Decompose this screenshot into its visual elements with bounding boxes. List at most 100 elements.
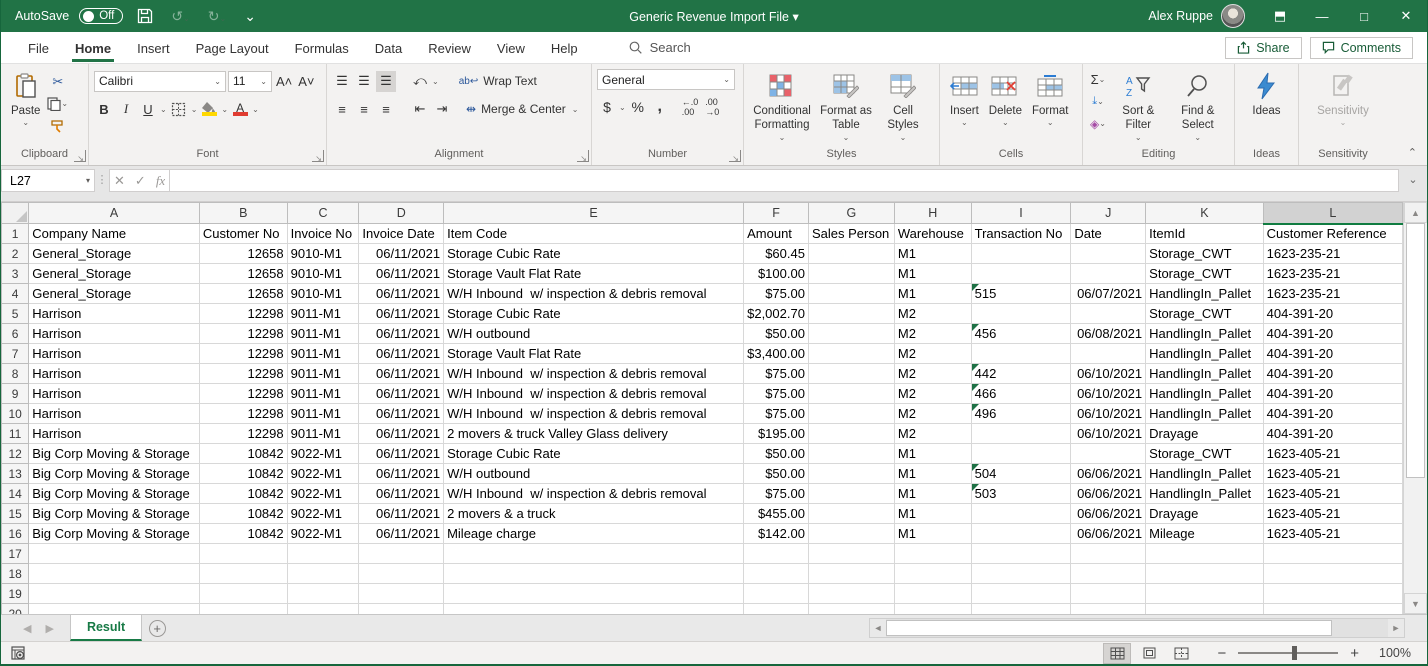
vertical-scrollbar[interactable]: ▲ ▼ bbox=[1403, 202, 1427, 614]
cell-C1[interactable]: Invoice No bbox=[287, 224, 359, 244]
insert-cells-button[interactable]: Insert⌄ bbox=[945, 67, 984, 130]
cell-K9[interactable]: HandlingIn_Pallet bbox=[1146, 384, 1263, 404]
cell-F11[interactable]: $195.00 bbox=[744, 424, 809, 444]
cell-K12[interactable]: Storage_CWT bbox=[1146, 444, 1263, 464]
tab-view[interactable]: View bbox=[484, 34, 538, 62]
cell-B8[interactable]: 12298 bbox=[199, 364, 287, 384]
row-header-4[interactable]: 4 bbox=[2, 284, 29, 304]
cell-A9[interactable]: Harrison bbox=[29, 384, 200, 404]
cell-E20[interactable] bbox=[444, 604, 744, 615]
cell-B5[interactable]: 12298 bbox=[199, 304, 287, 324]
scroll-down-icon[interactable]: ▼ bbox=[1404, 593, 1427, 614]
cell-C8[interactable]: 9011-M1 bbox=[287, 364, 359, 384]
cell-K3[interactable]: Storage_CWT bbox=[1146, 264, 1263, 284]
cell-E12[interactable]: Storage Cubic Rate bbox=[444, 444, 744, 464]
cell-D5[interactable]: 06/11/2021 bbox=[359, 304, 444, 324]
row-header-12[interactable]: 12 bbox=[2, 444, 29, 464]
cell-L3[interactable]: 1623-235-21 bbox=[1263, 264, 1402, 284]
customize-qat-icon[interactable]: ⌄ bbox=[240, 8, 260, 25]
cell-K16[interactable]: Mileage bbox=[1146, 524, 1263, 544]
cell-H3[interactable]: M1 bbox=[894, 264, 971, 284]
cell-B7[interactable]: 12298 bbox=[199, 344, 287, 364]
cell-K13[interactable]: HandlingIn_Pallet bbox=[1146, 464, 1263, 484]
cell-E3[interactable]: Storage Vault Flat Rate bbox=[444, 264, 744, 284]
cell-H14[interactable]: M1 bbox=[894, 484, 971, 504]
cell-I8[interactable]: 442 bbox=[971, 364, 1071, 384]
autosave-toggle[interactable]: Off bbox=[79, 8, 123, 24]
cell-F15[interactable]: $455.00 bbox=[744, 504, 809, 524]
cell-I1[interactable]: Transaction No bbox=[971, 224, 1071, 244]
cell-H6[interactable]: M2 bbox=[894, 324, 971, 344]
cell-B9[interactable]: 12298 bbox=[199, 384, 287, 404]
cell-E9[interactable]: W/H Inbound w/ inspection & debris remov… bbox=[444, 384, 744, 404]
font-dialog-launcher[interactable] bbox=[312, 150, 324, 162]
cell-I10[interactable]: 496 bbox=[971, 404, 1071, 424]
cell-D1[interactable]: Invoice Date bbox=[359, 224, 444, 244]
cell-C9[interactable]: 9011-M1 bbox=[287, 384, 359, 404]
cell-G16[interactable] bbox=[808, 524, 894, 544]
col-header-K[interactable]: K bbox=[1146, 203, 1263, 224]
cell-D8[interactable]: 06/11/2021 bbox=[359, 364, 444, 384]
cell-D12[interactable]: 06/11/2021 bbox=[359, 444, 444, 464]
sensitivity-button[interactable]: Sensitivity⌄ bbox=[1312, 67, 1374, 130]
cell-D17[interactable] bbox=[359, 544, 444, 564]
cell-B10[interactable]: 12298 bbox=[199, 404, 287, 424]
cell-K5[interactable]: Storage_CWT bbox=[1146, 304, 1263, 324]
cell-F4[interactable]: $75.00 bbox=[744, 284, 809, 304]
cell-L5[interactable]: 404-391-20 bbox=[1263, 304, 1402, 324]
cell-K1[interactable]: ItemId bbox=[1146, 224, 1263, 244]
increase-font-icon[interactable]: A˄ bbox=[274, 71, 294, 92]
align-middle-icon[interactable]: ☰ bbox=[354, 71, 374, 92]
zoom-slider[interactable] bbox=[1238, 652, 1338, 654]
cell-J1[interactable]: Date bbox=[1071, 224, 1146, 244]
cell-F2[interactable]: $60.45 bbox=[744, 244, 809, 264]
cell-A4[interactable]: General_Storage bbox=[29, 284, 200, 304]
row-header-9[interactable]: 9 bbox=[2, 384, 29, 404]
alignment-dialog-launcher[interactable] bbox=[577, 150, 589, 162]
cell-A10[interactable]: Harrison bbox=[29, 404, 200, 424]
cell-D15[interactable]: 06/11/2021 bbox=[359, 504, 444, 524]
cell-L7[interactable]: 404-391-20 bbox=[1263, 344, 1402, 364]
autosum-icon[interactable]: Σ⌄ bbox=[1088, 69, 1108, 90]
cell-C15[interactable]: 9022-M1 bbox=[287, 504, 359, 524]
close-button[interactable]: ✕ bbox=[1385, 0, 1427, 32]
cell-E6[interactable]: W/H outbound bbox=[444, 324, 744, 344]
col-header-L[interactable]: L bbox=[1263, 203, 1402, 224]
cell-B16[interactable]: 10842 bbox=[199, 524, 287, 544]
cell-J16[interactable]: 06/06/2021 bbox=[1071, 524, 1146, 544]
delete-cells-button[interactable]: Delete⌄ bbox=[984, 67, 1027, 130]
cell-H19[interactable] bbox=[894, 584, 971, 604]
cell-K19[interactable] bbox=[1146, 584, 1263, 604]
cell-G15[interactable] bbox=[808, 504, 894, 524]
cell-L12[interactable]: 1623-405-21 bbox=[1263, 444, 1402, 464]
row-header-1[interactable]: 1 bbox=[2, 224, 29, 244]
cell-G7[interactable] bbox=[808, 344, 894, 364]
comments-button[interactable]: Comments bbox=[1310, 37, 1413, 59]
cell-styles-button[interactable]: Cell Styles⌄ bbox=[877, 67, 929, 145]
cell-H4[interactable]: M1 bbox=[894, 284, 971, 304]
cell-I3[interactable] bbox=[971, 264, 1071, 284]
cell-D18[interactable] bbox=[359, 564, 444, 584]
cell-A19[interactable] bbox=[29, 584, 200, 604]
minimize-button[interactable]: — bbox=[1301, 0, 1343, 32]
cell-C14[interactable]: 9022-M1 bbox=[287, 484, 359, 504]
cell-E8[interactable]: W/H Inbound w/ inspection & debris remov… bbox=[444, 364, 744, 384]
cell-H10[interactable]: M2 bbox=[894, 404, 971, 424]
cell-G1[interactable]: Sales Person bbox=[808, 224, 894, 244]
tab-help[interactable]: Help bbox=[538, 34, 591, 62]
cell-H9[interactable]: M2 bbox=[894, 384, 971, 404]
cell-D10[interactable]: 06/11/2021 bbox=[359, 404, 444, 424]
search-box[interactable]: Search bbox=[629, 40, 691, 55]
sort-filter-button[interactable]: AZ Sort & Filter⌄ bbox=[1110, 67, 1167, 145]
cell-K18[interactable] bbox=[1146, 564, 1263, 584]
cell-A14[interactable]: Big Corp Moving & Storage bbox=[29, 484, 200, 504]
increase-indent-icon[interactable]: ⇥ bbox=[432, 99, 452, 120]
comma-format-icon[interactable]: , bbox=[650, 97, 670, 118]
cell-B18[interactable] bbox=[199, 564, 287, 584]
enter-icon[interactable]: ✓ bbox=[135, 173, 146, 189]
cell-I20[interactable] bbox=[971, 604, 1071, 615]
cell-F3[interactable]: $100.00 bbox=[744, 264, 809, 284]
cell-L11[interactable]: 404-391-20 bbox=[1263, 424, 1402, 444]
cell-D4[interactable]: 06/11/2021 bbox=[359, 284, 444, 304]
cell-I12[interactable] bbox=[971, 444, 1071, 464]
